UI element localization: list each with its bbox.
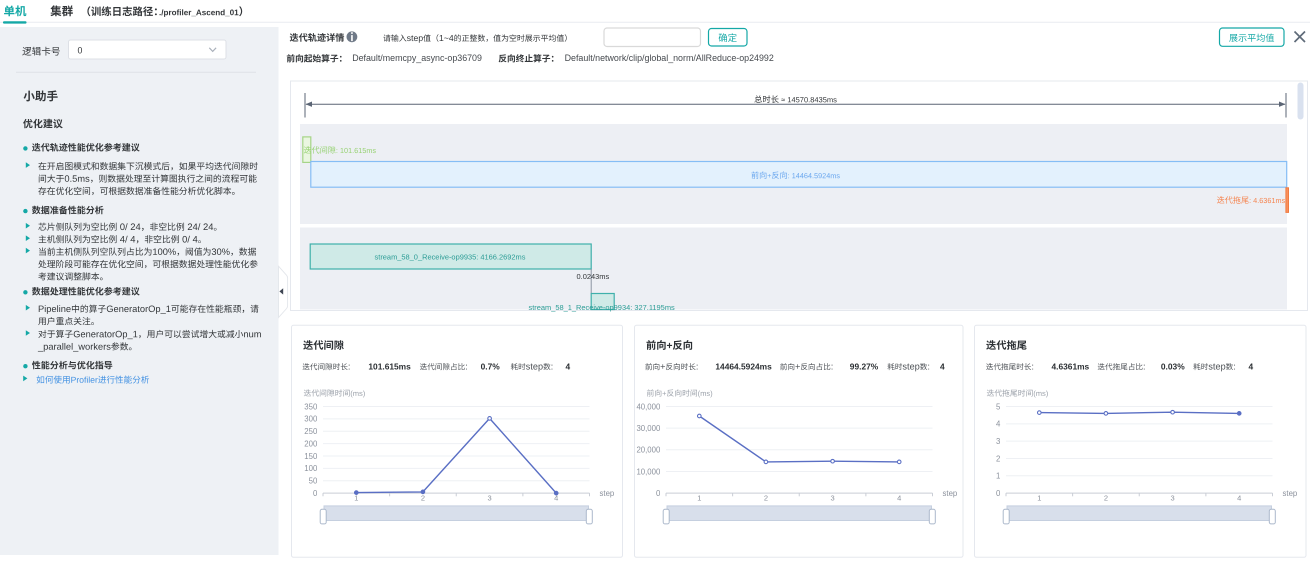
svg-text:0: 0 (656, 489, 661, 498)
svg-text:1: 1 (1037, 494, 1041, 503)
svg-text:50: 50 (309, 477, 318, 486)
svg-text:4: 4 (1249, 361, 1254, 371)
svg-text:0: 0 (313, 489, 318, 498)
svg-text:1: 1 (697, 494, 701, 503)
svg-text:0.0243ms: 0.0243ms (577, 272, 610, 281)
svg-text:Default/network/clip/global_no: Default/network/clip/global_norm/AllRedu… (565, 53, 774, 63)
svg-text:3: 3 (996, 437, 1000, 446)
svg-text:2: 2 (1104, 494, 1108, 503)
svg-text:5: 5 (996, 402, 1001, 411)
svg-text:99.27%: 99.27% (850, 361, 879, 371)
svg-text:40,000: 40,000 (636, 402, 661, 411)
svg-text:2: 2 (421, 494, 425, 503)
svg-text:101.615ms: 101.615ms (368, 361, 411, 371)
svg-text:0.7%: 0.7% (481, 361, 501, 371)
svg-text:250: 250 (304, 427, 318, 436)
svg-text:14464.5924ms: 14464.5924ms (715, 361, 772, 371)
svg-text:20,000: 20,000 (636, 446, 661, 455)
svg-text:0: 0 (996, 489, 1001, 498)
svg-text:3: 3 (1170, 494, 1174, 503)
svg-text:step: step (600, 489, 615, 498)
svg-text:0: 0 (78, 45, 83, 55)
svg-text:stream_58_1_Receive-op9934: 32: stream_58_1_Receive-op9934: 327.1195ms (529, 303, 676, 312)
svg-text:1: 1 (354, 494, 358, 503)
svg-text:4: 4 (566, 361, 571, 371)
svg-text:2: 2 (996, 454, 1000, 463)
svg-text:3: 3 (830, 494, 834, 503)
svg-text:0.03%: 0.03% (1161, 361, 1185, 371)
svg-text:4.6361ms: 4.6361ms (1052, 361, 1090, 371)
svg-text:4: 4 (1237, 494, 1241, 503)
svg-text:300: 300 (304, 415, 318, 424)
svg-text:350: 350 (304, 402, 318, 411)
svg-text:step: step (943, 489, 958, 498)
svg-text:100: 100 (304, 464, 318, 473)
svg-text:150: 150 (304, 452, 318, 461)
svg-text:2: 2 (764, 494, 768, 503)
svg-text:3: 3 (487, 494, 491, 503)
svg-text:stream_58_0_Receive-op9935: 41: stream_58_0_Receive-op9935: 4166.2692ms (375, 252, 526, 261)
svg-text:4: 4 (996, 420, 1001, 429)
svg-text:10,000: 10,000 (636, 467, 661, 476)
svg-text:4: 4 (897, 494, 901, 503)
svg-text:1: 1 (996, 472, 1000, 481)
svg-text:30,000: 30,000 (636, 424, 661, 433)
svg-text:200: 200 (304, 439, 318, 448)
svg-text:Default/memcpy_async-op36709: Default/memcpy_async-op36709 (352, 53, 482, 63)
svg-text:step: step (1283, 489, 1298, 498)
svg-text:4: 4 (940, 361, 945, 371)
